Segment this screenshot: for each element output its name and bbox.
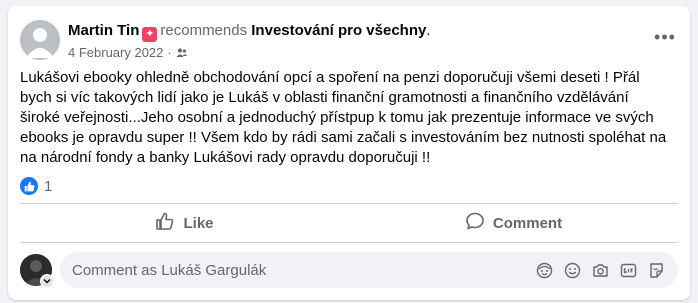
avatar-sticker-icon[interactable] (530, 260, 558, 280)
author-avatar[interactable] (20, 20, 60, 60)
camera-icon[interactable] (586, 260, 614, 280)
comment-label: Comment (492, 214, 563, 232)
comment-composer (20, 252, 678, 292)
post-date[interactable]: 4 February 2022 (68, 45, 163, 60)
author-name[interactable]: Martin Tin (68, 22, 139, 39)
reactions-summary[interactable]: 1 (20, 176, 52, 196)
speech-bubble-icon (465, 211, 493, 235)
date-separator: · (167, 45, 172, 60)
post-card: Martin Tin ✦ recommends Investování pro vš… (8, 6, 690, 300)
post-subline: 4 February 2022 · (68, 44, 431, 64)
post-header: Martin Tin ✦ recommends Investování pro vš… (20, 16, 678, 64)
gif-icon[interactable] (614, 260, 642, 280)
page-suffix: . (426, 22, 431, 39)
recommend-badge-icon: ✦ (142, 27, 158, 42)
post-title-line: Martin Tin ✦ recommends Investování pro vš… (68, 21, 431, 42)
recommends-text: recommends (160, 22, 248, 39)
sticker-icon[interactable] (642, 260, 670, 280)
like-reaction-icon (20, 177, 38, 195)
reaction-count: 1 (44, 177, 53, 195)
post-meta: Martin Tin ✦ recommends Investování pro vš… (68, 21, 431, 64)
divider (20, 242, 678, 243)
divider (20, 203, 678, 204)
emoji-icon[interactable] (558, 260, 586, 280)
post-text: Lukášovi ebooky ohledně obchodování opcí… (20, 69, 667, 166)
thumbs-up-icon (155, 211, 183, 235)
comment-box (60, 252, 678, 288)
comment-tools (530, 260, 670, 280)
chevron-down-icon[interactable] (40, 274, 54, 288)
more-options-icon[interactable]: ••• (652, 28, 678, 52)
comment-button[interactable]: Comment (349, 205, 678, 241)
page-name-link[interactable]: Investování pro všechny (251, 22, 426, 39)
friends-icon[interactable] (176, 46, 188, 64)
like-label: Like (183, 214, 214, 232)
like-button[interactable]: Like (20, 205, 349, 241)
post-actions: Like Comment (20, 205, 678, 241)
comment-input[interactable] (72, 252, 512, 288)
